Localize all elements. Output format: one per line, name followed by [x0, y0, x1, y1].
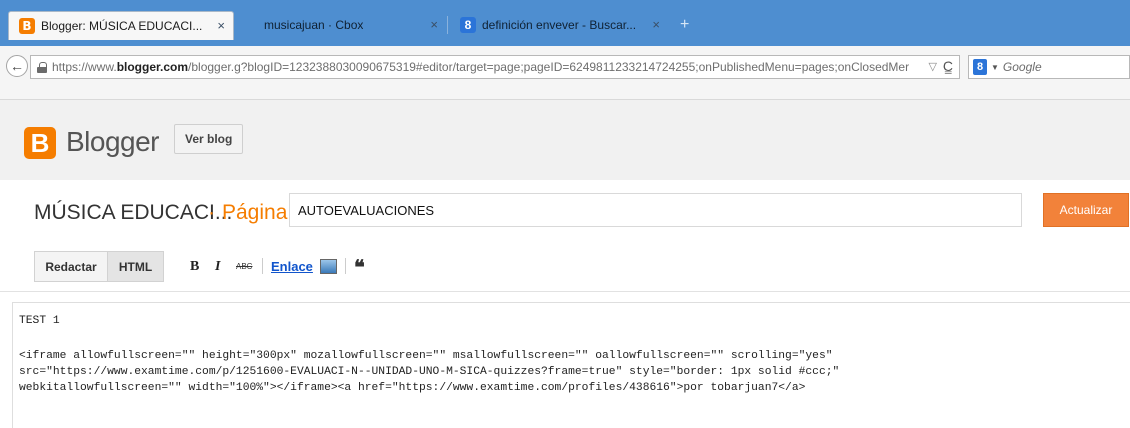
reload-icon[interactable]: C͇	[943, 58, 953, 74]
toolbar-divider	[262, 258, 263, 274]
title-separator: ·	[208, 201, 215, 224]
blogger-logo-icon[interactable]: B	[24, 127, 56, 159]
lock-icon	[37, 61, 47, 73]
code-line: <iframe allowfullscreen="" height="300px…	[19, 350, 833, 362]
html-editor[interactable]: TEST 1 <iframe allowfullscreen="" height…	[12, 302, 1130, 428]
dropdown-triangle-icon[interactable]: ▽	[929, 60, 937, 73]
close-icon[interactable]: ×	[430, 17, 438, 32]
blog-name[interactable]: MÚSICA EDUCACI...	[34, 201, 232, 225]
browser-tab-strip: B Blogger: MÚSICA EDUCACI... × musicajua…	[0, 0, 1130, 46]
blogger-icon: B	[19, 18, 35, 34]
close-icon[interactable]: ×	[652, 17, 660, 32]
code-line: webkitallowfullscreen="" width="100%"></…	[19, 382, 806, 394]
address-bar[interactable]: https://www.blogger.com/blogger.g?blogID…	[30, 55, 960, 79]
code-line: TEST 1	[19, 315, 60, 327]
link-button[interactable]: Enlace	[271, 259, 313, 274]
chevron-down-icon[interactable]: ▼	[991, 63, 999, 72]
image-icon[interactable]	[320, 259, 337, 274]
bold-button[interactable]: B	[190, 259, 199, 275]
ver-blog-button[interactable]: Ver blog	[174, 124, 244, 154]
tab-title: definición envever - Buscar...	[482, 18, 637, 32]
tab-title: Blogger: MÚSICA EDUCACI...	[41, 19, 203, 33]
close-icon[interactable]: ×	[217, 18, 225, 33]
toolbar-divider	[345, 258, 346, 274]
code-line: src="https://www.examtime.com/p/1251600-…	[19, 366, 840, 378]
url-text: https://www.blogger.com/blogger.g?blogID…	[52, 60, 910, 74]
new-tab-button[interactable]: +	[680, 16, 689, 34]
compose-mode-button[interactable]: Redactar	[34, 251, 108, 282]
page-label: Página	[222, 201, 288, 224]
quote-icon[interactable]: ❝	[354, 255, 365, 280]
google-icon: 8	[460, 17, 476, 33]
tab-cbox[interactable]: musicajuan · Cbox ×	[250, 11, 446, 39]
strikethrough-button[interactable]: ABC	[236, 262, 252, 271]
italic-button[interactable]: I	[215, 259, 220, 275]
back-button[interactable]: ←	[6, 55, 28, 77]
search-engine-icon[interactable]: 8	[973, 59, 987, 75]
tab-blogger[interactable]: B Blogger: MÚSICA EDUCACI... ×	[8, 11, 234, 40]
ver-blog-wrapper: Ver blog	[174, 124, 244, 154]
html-mode-button[interactable]: HTML	[108, 251, 164, 282]
page-title-row: MÚSICA EDUCACI... · Página AUTOEVALUACIO…	[0, 180, 1130, 240]
blogger-brand[interactable]: Blogger	[66, 126, 160, 158]
back-arrow-icon: ←	[10, 58, 24, 74]
tab-divider	[447, 16, 448, 34]
search-placeholder: Google	[1002, 60, 1042, 74]
navigation-bar: ← https://www.blogger.com/blogger.g?blog…	[0, 46, 1130, 100]
update-button[interactable]: Actualizar	[1043, 193, 1129, 227]
page-title-input[interactable]: AUTOEVALUACIONES	[289, 193, 1022, 227]
tab-title: musicajuan · Cbox	[264, 18, 364, 32]
tab-google-search[interactable]: 8 definición envever - Buscar... ×	[450, 11, 668, 39]
search-box[interactable]: 8 ▼ Google	[968, 55, 1130, 79]
blogger-header: B Blogger	[0, 100, 1130, 180]
editor-toolbar: Redactar HTML B I ABC Enlace ❝	[0, 240, 1130, 292]
